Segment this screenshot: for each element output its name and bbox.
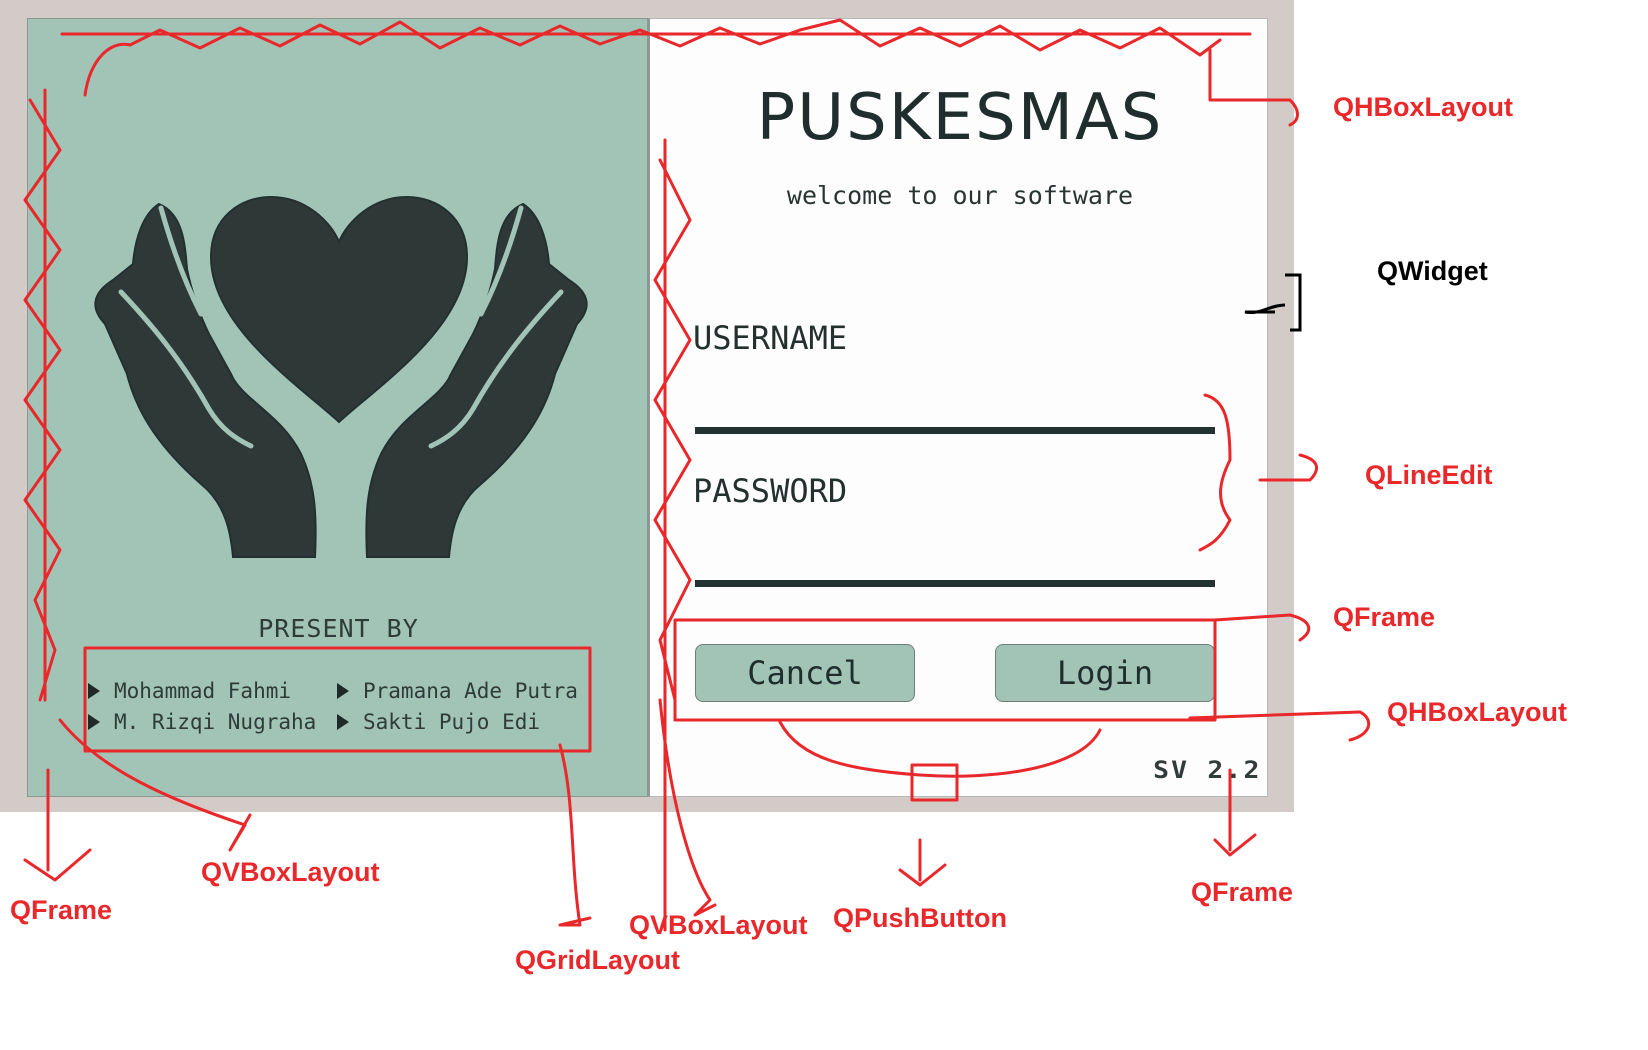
username-input[interactable] (695, 389, 1215, 434)
annotation-qframe-left: QFrame (10, 895, 113, 925)
annotation-qvboxlayout-left: QVBoxLayout (201, 857, 380, 887)
present-by-label: PRESENT BY (258, 614, 419, 643)
cancel-button[interactable]: Cancel (695, 644, 915, 702)
annotation-qpushbutton: QPushButton (833, 903, 1007, 933)
annotation-qwidget: QWidget (1377, 256, 1488, 286)
play-arrow-icon (337, 683, 349, 699)
author-item: M. Rizqi Nugraha (88, 710, 316, 734)
play-arrow-icon (337, 714, 349, 730)
author-item: Mohammad Fahmi (88, 679, 291, 703)
author-item: Sakti Pujo Edi (337, 710, 540, 734)
author-item: Pramana Ade Putra (337, 679, 578, 703)
authors-grid: Mohammad Fahmi Pramana Ade Putra M. Rizq… (88, 679, 608, 749)
login-button[interactable]: Login (995, 644, 1215, 702)
annotation-qframe-right: QFrame (1191, 877, 1294, 907)
app-title: PUSKESMAS (756, 81, 1164, 155)
right-frame: PUSKESMAS welcome to our software USERNA… (648, 18, 1268, 797)
username-label: USERNAME (693, 319, 848, 357)
annotation-qhboxlayout-buttons: QHBoxLayout (1387, 697, 1568, 727)
annotation-qhboxlayout-top: QHBoxLayout (1333, 92, 1514, 122)
annotation-qframe-buttons: QFrame (1333, 602, 1436, 632)
main-window: PRESENT BY Mohammad Fahmi Pramana Ade Pu… (0, 0, 1294, 812)
play-arrow-icon (88, 714, 100, 730)
annotation-qgridlayout: QGridLayout (515, 945, 681, 975)
play-arrow-icon (88, 683, 100, 699)
left-frame: PRESENT BY Mohammad Fahmi Pramana Ade Pu… (27, 18, 648, 797)
password-input[interactable] (695, 542, 1215, 587)
welcome-subtitle: welcome to our software (786, 181, 1134, 210)
version-label: SV 2.2 (1153, 756, 1262, 784)
password-label: PASSWORD (693, 472, 848, 510)
annotation-qvboxlayout-right: QVBoxLayout (629, 910, 808, 940)
annotation-qlineedit: QLineEdit (1365, 460, 1493, 490)
hands-heart-logo-icon (94, 195, 588, 558)
